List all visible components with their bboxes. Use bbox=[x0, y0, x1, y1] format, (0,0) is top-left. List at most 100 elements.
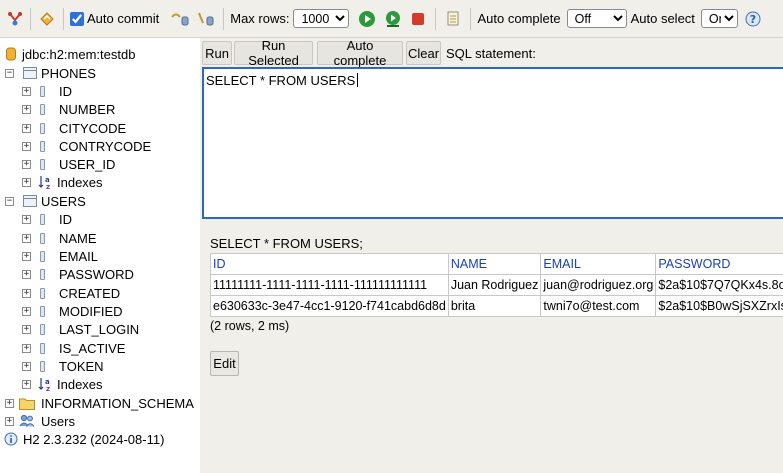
auto-commit-checkbox[interactable] bbox=[70, 11, 84, 26]
column-icon bbox=[40, 103, 45, 115]
column-icon bbox=[40, 213, 45, 225]
expand-icon[interactable]: + bbox=[22, 306, 31, 316]
result-statement: SELECT * FROM USERS; bbox=[210, 236, 363, 251]
schema-tree: jdbc:h2:mem:testdb − PHONES + ID + NUMBE… bbox=[0, 38, 200, 473]
tree-connection[interactable]: jdbc:h2:mem:testdb bbox=[6, 45, 135, 63]
sql-statement-label: SQL statement: bbox=[446, 46, 536, 61]
tree-column[interactable]: + CITYCODE bbox=[22, 119, 126, 137]
run-selected-icon[interactable] bbox=[381, 8, 405, 30]
column-icon bbox=[40, 250, 45, 262]
column-header[interactable]: EMAIL bbox=[540, 253, 657, 275]
disconnect-icon[interactable] bbox=[6, 8, 24, 30]
tree-indexes[interactable]: + az Indexes bbox=[22, 173, 103, 191]
collapse-icon[interactable]: − bbox=[5, 196, 14, 206]
expand-icon[interactable]: + bbox=[22, 86, 31, 96]
column-name: ID bbox=[59, 211, 72, 227]
column-header[interactable]: PASSWORD bbox=[655, 253, 783, 275]
run-icon[interactable] bbox=[355, 8, 379, 30]
expand-icon[interactable]: + bbox=[22, 123, 31, 133]
tree-column[interactable]: + IS_ACTIVE bbox=[22, 339, 125, 357]
column-name: NUMBER bbox=[59, 101, 116, 117]
tree-column[interactable]: + ID bbox=[22, 82, 72, 100]
column-header[interactable]: NAME bbox=[447, 253, 542, 275]
expand-icon[interactable]: + bbox=[5, 416, 14, 426]
tree-column[interactable]: + NUMBER bbox=[22, 100, 115, 118]
table-cell: Juan Rodriguez bbox=[447, 274, 542, 296]
tree-column[interactable]: + CREATED bbox=[22, 284, 120, 302]
indexes-label: Indexes bbox=[57, 376, 103, 392]
table-header-row: ID NAME EMAIL PASSWORD bbox=[210, 253, 783, 275]
clear-button[interactable]: Clear bbox=[406, 41, 441, 65]
text-caret bbox=[357, 73, 359, 87]
max-rows-select[interactable]: 1000 bbox=[293, 9, 350, 28]
auto-complete-select[interactable]: Off bbox=[566, 9, 627, 28]
expand-icon[interactable]: + bbox=[22, 288, 31, 298]
auto-complete-button[interactable]: Auto complete bbox=[317, 38, 403, 68]
auto-commit-label[interactable]: Auto commit bbox=[87, 11, 159, 26]
connection-url: jdbc:h2:mem:testdb bbox=[22, 46, 136, 62]
run-button[interactable]: Run bbox=[202, 41, 232, 65]
tree-version: H2 2.3.232 (2024-08-11) bbox=[4, 430, 164, 448]
query-panel: Run Run Selected Auto complete Clear SQL… bbox=[200, 38, 783, 473]
expand-icon[interactable]: + bbox=[22, 324, 31, 334]
expand-icon[interactable]: + bbox=[22, 269, 31, 279]
collapse-icon[interactable]: − bbox=[5, 68, 14, 78]
history-icon[interactable] bbox=[442, 8, 464, 30]
column-name: CONTRYCODE bbox=[59, 138, 152, 154]
table-row: e630633c-3e47-4cc1-9120-f741cabd6d8d bri… bbox=[210, 295, 783, 317]
expand-icon[interactable]: + bbox=[22, 251, 31, 261]
run-selected-button[interactable]: Run Selected bbox=[234, 38, 313, 68]
tree-column[interactable]: + CONTRYCODE bbox=[22, 137, 151, 155]
column-icon bbox=[40, 122, 45, 134]
svg-text:z: z bbox=[46, 385, 50, 392]
sql-editor[interactable]: SELECT * FROM USERS bbox=[202, 67, 783, 219]
tree-indexes[interactable]: + az Indexes bbox=[22, 375, 103, 393]
column-name: TOKEN bbox=[59, 358, 104, 374]
commit-icon[interactable] bbox=[195, 8, 217, 30]
expand-icon[interactable]: + bbox=[5, 398, 14, 408]
column-name: CITYCODE bbox=[59, 120, 127, 136]
expand-icon[interactable]: + bbox=[22, 233, 31, 243]
tree-column[interactable]: + USER_ID bbox=[22, 155, 115, 173]
table-cell: brita bbox=[447, 295, 542, 317]
help-icon[interactable]: ? bbox=[742, 8, 764, 30]
folder-icon bbox=[19, 397, 35, 410]
schema-name: INFORMATION_SCHEMA bbox=[41, 395, 194, 411]
tree-column[interactable]: + NAME bbox=[22, 229, 97, 247]
tree-column[interactable]: + EMAIL bbox=[22, 247, 98, 265]
table-name: USERS bbox=[41, 193, 86, 209]
expand-icon[interactable]: + bbox=[22, 379, 31, 389]
expand-icon[interactable]: + bbox=[22, 343, 31, 353]
column-icon bbox=[40, 268, 45, 280]
tree-table-users[interactable]: − USERS bbox=[5, 192, 86, 210]
column-name: NAME bbox=[59, 230, 97, 246]
tree-column[interactable]: + PASSWORD bbox=[22, 265, 134, 283]
table-cell: e630633c-3e47-4cc1-9120-f741cabd6d8d bbox=[210, 295, 449, 317]
tree-users[interactable]: + Users bbox=[5, 412, 75, 430]
tree-column[interactable]: + TOKEN bbox=[22, 357, 104, 375]
expand-icon[interactable]: + bbox=[22, 177, 31, 187]
refresh-icon[interactable] bbox=[37, 8, 57, 30]
edit-button[interactable]: Edit bbox=[210, 351, 239, 376]
expand-icon[interactable]: + bbox=[22, 214, 31, 224]
auto-select-select[interactable]: On bbox=[700, 9, 738, 28]
expand-icon[interactable]: + bbox=[22, 104, 31, 114]
expand-icon[interactable]: + bbox=[22, 159, 31, 169]
expand-icon[interactable]: + bbox=[22, 141, 31, 151]
result-summary: (2 rows, 2 ms) bbox=[210, 319, 290, 333]
tree-information-schema[interactable]: + INFORMATION_SCHEMA bbox=[5, 394, 194, 412]
tree-column[interactable]: + ID bbox=[22, 210, 72, 228]
stop-icon[interactable] bbox=[407, 8, 429, 30]
rollback-icon[interactable] bbox=[169, 8, 191, 30]
tree-column[interactable]: + MODIFIED bbox=[22, 302, 123, 320]
expand-icon[interactable]: + bbox=[22, 361, 31, 371]
column-icon bbox=[40, 158, 45, 170]
table-name: PHONES bbox=[41, 65, 96, 81]
tree-column[interactable]: + LAST_LOGIN bbox=[22, 320, 139, 338]
column-icon bbox=[40, 287, 45, 299]
column-name: PASSWORD bbox=[59, 266, 134, 282]
tree-table-phones[interactable]: − PHONES bbox=[5, 64, 96, 82]
column-header[interactable]: ID bbox=[210, 253, 449, 275]
toolbar-separator bbox=[30, 7, 31, 30]
info-icon bbox=[4, 432, 18, 446]
